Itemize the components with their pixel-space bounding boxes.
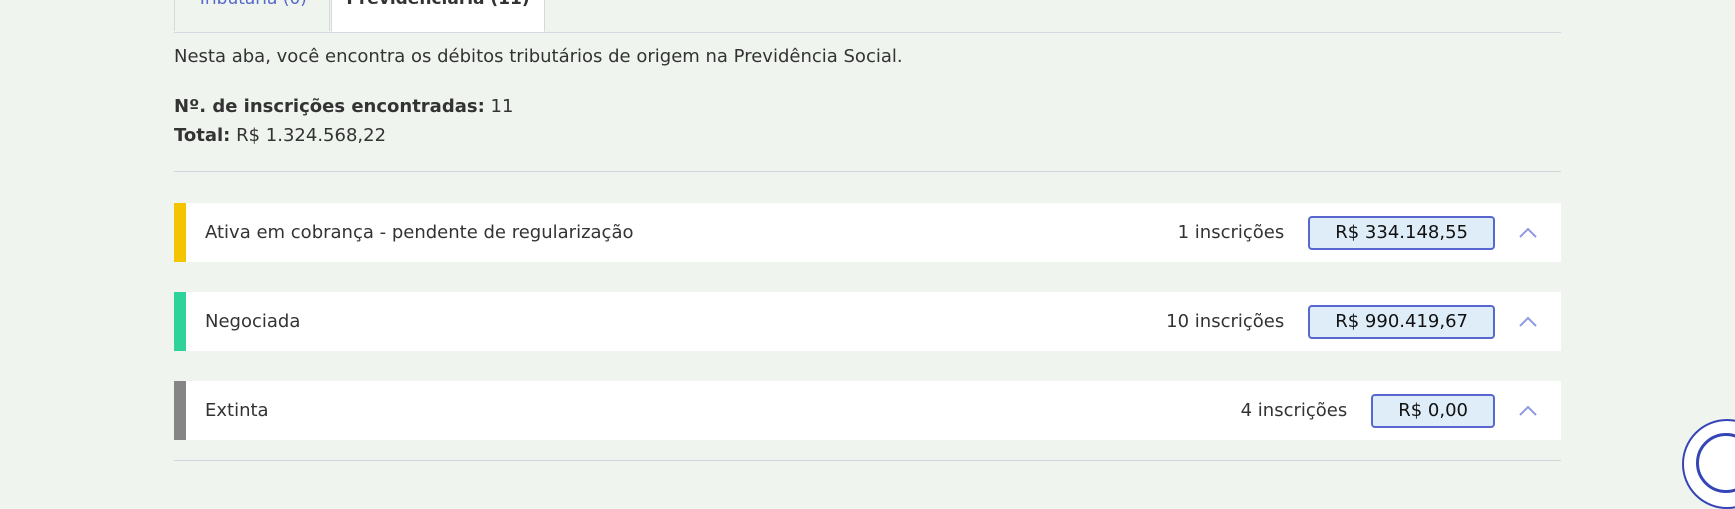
status-summary: 1 inscrições R$ 334.148,55 xyxy=(1178,203,1561,262)
status-color-bar xyxy=(174,381,186,440)
chevron-up-icon[interactable] xyxy=(1495,203,1561,262)
main-content: Tributária (0) Previdenciária (11) Nesta… xyxy=(174,0,1561,461)
inscriptions-count: Nº. de inscrições encontradas: 11 xyxy=(174,95,513,119)
status-value-badge: R$ 990.419,67 xyxy=(1308,304,1495,339)
status-color-bar xyxy=(174,292,186,351)
section-divider xyxy=(174,171,1561,172)
chevron-up-icon[interactable] xyxy=(1495,381,1561,440)
inscriptions-count-label: Nº. de inscrições encontradas: xyxy=(174,96,485,117)
tab-tributaria[interactable]: Tributária (0) xyxy=(174,0,330,31)
status-label: Negociada xyxy=(205,311,301,332)
floating-help-button[interactable] xyxy=(1682,419,1735,509)
status-color-bar xyxy=(174,203,186,262)
status-value-badge: R$ 0,00 xyxy=(1371,393,1495,428)
status-label: Ativa em cobrança - pendente de regulari… xyxy=(205,222,634,243)
status-row-extinta[interactable]: Extinta 4 inscrições R$ 0,00 xyxy=(174,381,1561,440)
status-value-badge: R$ 334.148,55 xyxy=(1308,215,1495,250)
status-count: 4 inscrições xyxy=(1240,400,1348,421)
total-amount-label: Total: xyxy=(174,125,231,146)
inscriptions-count-value: 11 xyxy=(490,96,514,117)
tab-description: Nesta aba, você encontra os débitos trib… xyxy=(174,46,903,67)
section-divider xyxy=(174,460,1561,461)
tab-previdenciaria[interactable]: Previdenciária (11) xyxy=(331,0,545,32)
status-count: 10 inscrições xyxy=(1166,311,1285,332)
status-label: Extinta xyxy=(205,400,269,421)
status-summary: 4 inscrições R$ 0,00 xyxy=(1241,381,1561,440)
tab-bar: Tributária (0) Previdenciária (11) xyxy=(174,0,1561,33)
status-row-ativa[interactable]: Ativa em cobrança - pendente de regulari… xyxy=(174,203,1561,262)
total-amount: Total: R$ 1.324.568,22 xyxy=(174,124,386,148)
status-row-negociada[interactable]: Negociada 10 inscrições R$ 990.419,67 xyxy=(174,292,1561,351)
chevron-up-icon[interactable] xyxy=(1495,292,1561,351)
total-amount-value: R$ 1.324.568,22 xyxy=(236,125,387,146)
status-count: 1 inscrições xyxy=(1177,222,1285,243)
tab-tributaria-label: Tributária (0) xyxy=(197,0,307,9)
help-icon xyxy=(1696,433,1735,493)
status-summary: 10 inscrições R$ 990.419,67 xyxy=(1166,292,1561,351)
tab-previdenciaria-label: Previdenciária (11) xyxy=(346,0,529,9)
